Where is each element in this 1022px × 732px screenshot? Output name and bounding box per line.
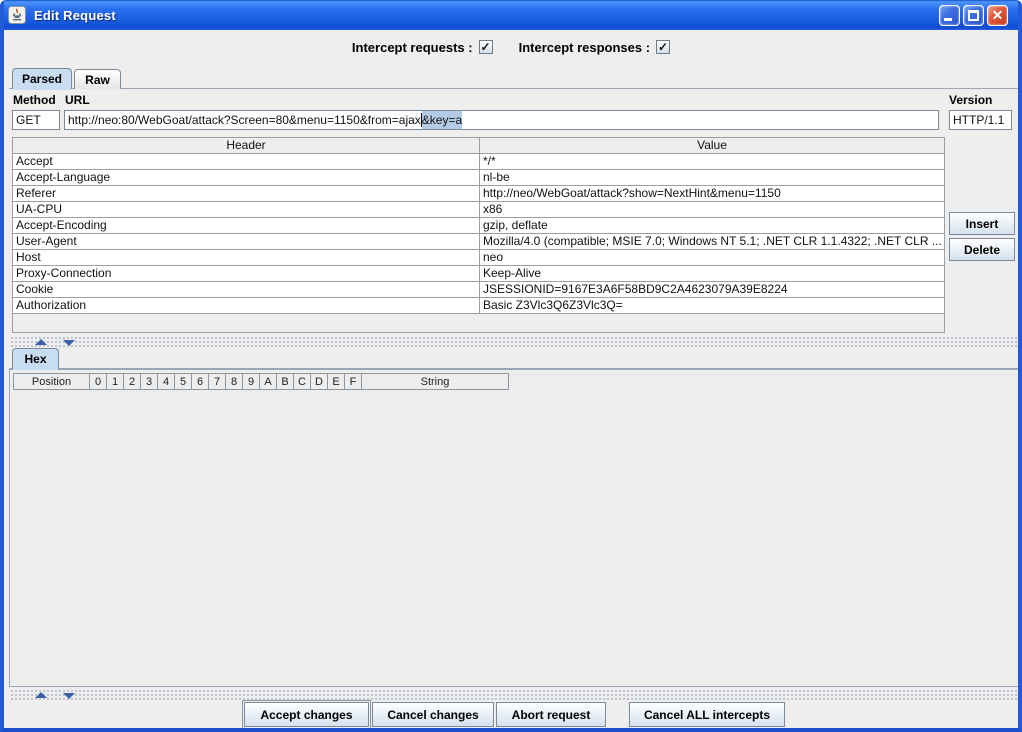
intercept-responses-label: Intercept responses : xyxy=(519,40,651,55)
header-value-cell[interactable]: Mozilla/4.0 (compatible; MSIE 7.0; Windo… xyxy=(480,234,944,250)
minimize-icon xyxy=(944,18,952,21)
table-row[interactable]: User-AgentMozilla/4.0 (compatible; MSIE … xyxy=(13,234,944,250)
hex-column-header: C xyxy=(293,373,311,390)
header-name-cell[interactable]: Accept xyxy=(13,154,480,170)
hex-column-header: A xyxy=(259,373,277,390)
edit-request-window: Edit Request ✕ Intercept requests : ✓ In… xyxy=(0,0,1022,732)
hex-column-header: 0 xyxy=(89,373,107,390)
url-text: http://neo:80/WebGoat/attack?Screen=80&m… xyxy=(68,111,421,129)
header-value-cell[interactable]: Basic Z3Vlc3Q6Z3Vlc3Q= xyxy=(480,298,944,314)
version-field[interactable]: HTTP/1.1 xyxy=(949,110,1012,130)
header-column-label: Header xyxy=(13,138,480,154)
table-row[interactable]: Accept*/* xyxy=(13,154,944,170)
hex-column-header: E xyxy=(327,373,345,390)
cancel-changes-button[interactable]: Cancel changes xyxy=(372,702,494,727)
hex-column-header: 3 xyxy=(140,373,158,390)
hex-column-header: 4 xyxy=(157,373,175,390)
accept-changes-button[interactable]: Accept changes xyxy=(244,702,369,727)
headers-table: Header Value Accept*/*Accept-Languagenl-… xyxy=(12,137,945,333)
intercept-options-row: Intercept requests : ✓ Intercept respons… xyxy=(4,36,1018,58)
insert-button[interactable]: Insert xyxy=(949,212,1015,235)
tab-hex[interactable]: Hex xyxy=(12,348,59,369)
hex-column-header: F xyxy=(344,373,362,390)
url-field[interactable]: http://neo:80/WebGoat/attack?Screen=80&m… xyxy=(64,110,939,130)
value-column-label: Value xyxy=(480,138,944,154)
header-name-cell[interactable]: Host xyxy=(13,250,480,266)
header-name-cell[interactable]: Accept-Encoding xyxy=(13,218,480,234)
hex-column-header: 8 xyxy=(225,373,243,390)
collapse-down-icon[interactable] xyxy=(63,340,75,346)
version-label: Version xyxy=(949,93,992,107)
minimize-button[interactable] xyxy=(939,5,960,26)
collapse-down-icon[interactable] xyxy=(63,693,75,699)
abort-request-button[interactable]: Abort request xyxy=(496,702,606,727)
url-selected-text: &key=a xyxy=(422,111,462,129)
header-name-cell[interactable]: User-Agent xyxy=(13,234,480,250)
method-field[interactable]: GET xyxy=(12,110,60,130)
header-value-cell[interactable]: x86 xyxy=(480,202,944,218)
hex-panel-border xyxy=(9,368,1021,369)
header-value-cell[interactable]: nl-be xyxy=(480,170,944,186)
window-title: Edit Request xyxy=(34,8,116,23)
intercept-requests-checkbox[interactable]: ✓ xyxy=(479,40,493,54)
header-name-cell[interactable]: Proxy-Connection xyxy=(13,266,480,282)
java-coffee-icon xyxy=(8,6,26,24)
cancel-all-intercepts-button[interactable]: Cancel ALL intercepts xyxy=(629,702,785,727)
hex-column-header: 2 xyxy=(123,373,141,390)
split-divider-top[interactable] xyxy=(9,337,1021,347)
hex-column-header: D xyxy=(310,373,328,390)
hex-column-header: 6 xyxy=(191,373,209,390)
hex-column-header: Position xyxy=(13,373,90,390)
hex-table-header-row: Position0123456789ABCDEFString xyxy=(13,373,509,390)
close-button[interactable]: ✕ xyxy=(987,5,1008,26)
header-value-cell[interactable]: */* xyxy=(480,154,944,170)
headers-table-header-row: Header Value xyxy=(13,138,944,154)
table-row[interactable]: AuthorizationBasic Z3Vlc3Q6Z3Vlc3Q= xyxy=(13,298,944,314)
upper-panel-border xyxy=(9,88,1021,89)
header-name-cell[interactable]: Authorization xyxy=(13,298,480,314)
header-value-cell[interactable]: http://neo/WebGoat/attack?show=NextHint&… xyxy=(480,186,944,202)
table-row[interactable]: Accept-Encodinggzip, deflate xyxy=(13,218,944,234)
delete-button[interactable]: Delete xyxy=(949,238,1015,261)
hex-column-header: String xyxy=(361,373,509,390)
hex-column-header: 7 xyxy=(208,373,226,390)
table-row[interactable]: CookieJSESSIONID=9167E3A6F58BD9C2A462307… xyxy=(13,282,944,298)
window-titlebar[interactable]: Edit Request ✕ xyxy=(0,0,1022,30)
header-value-cell[interactable]: Keep-Alive xyxy=(480,266,944,282)
hex-panel: Position0123456789ABCDEFString xyxy=(9,369,1021,687)
table-row[interactable]: UA-CPUx86 xyxy=(13,202,944,218)
hex-column-header: B xyxy=(276,373,294,390)
collapse-up-icon[interactable] xyxy=(35,692,47,698)
table-row[interactable]: Hostneo xyxy=(13,250,944,266)
table-row[interactable]: Accept-Languagenl-be xyxy=(13,170,944,186)
header-value-cell[interactable]: gzip, deflate xyxy=(480,218,944,234)
header-name-cell[interactable]: UA-CPU xyxy=(13,202,480,218)
url-label: URL xyxy=(65,93,90,107)
tab-parsed[interactable]: Parsed xyxy=(12,68,72,89)
header-value-cell[interactable]: JSESSIONID=9167E3A6F58BD9C2A4623079A39E8… xyxy=(480,282,944,298)
header-name-cell[interactable]: Referer xyxy=(13,186,480,202)
hex-column-header: 9 xyxy=(242,373,260,390)
maximize-button[interactable] xyxy=(963,5,984,26)
split-divider-bottom[interactable] xyxy=(9,690,1021,700)
maximize-icon xyxy=(968,10,979,21)
close-icon: ✕ xyxy=(988,6,1007,25)
header-name-cell[interactable]: Cookie xyxy=(13,282,480,298)
header-value-cell[interactable]: neo xyxy=(480,250,944,266)
header-name-cell[interactable]: Accept-Language xyxy=(13,170,480,186)
hex-column-header: 1 xyxy=(106,373,124,390)
hex-column-header: 5 xyxy=(174,373,192,390)
tab-raw[interactable]: Raw xyxy=(74,69,121,89)
table-row[interactable]: Refererhttp://neo/WebGoat/attack?show=Ne… xyxy=(13,186,944,202)
intercept-responses-checkbox[interactable]: ✓ xyxy=(656,40,670,54)
method-label: Method xyxy=(13,93,56,107)
intercept-requests-label: Intercept requests : xyxy=(352,40,473,55)
collapse-up-icon[interactable] xyxy=(35,339,47,345)
table-row[interactable]: Proxy-ConnectionKeep-Alive xyxy=(13,266,944,282)
